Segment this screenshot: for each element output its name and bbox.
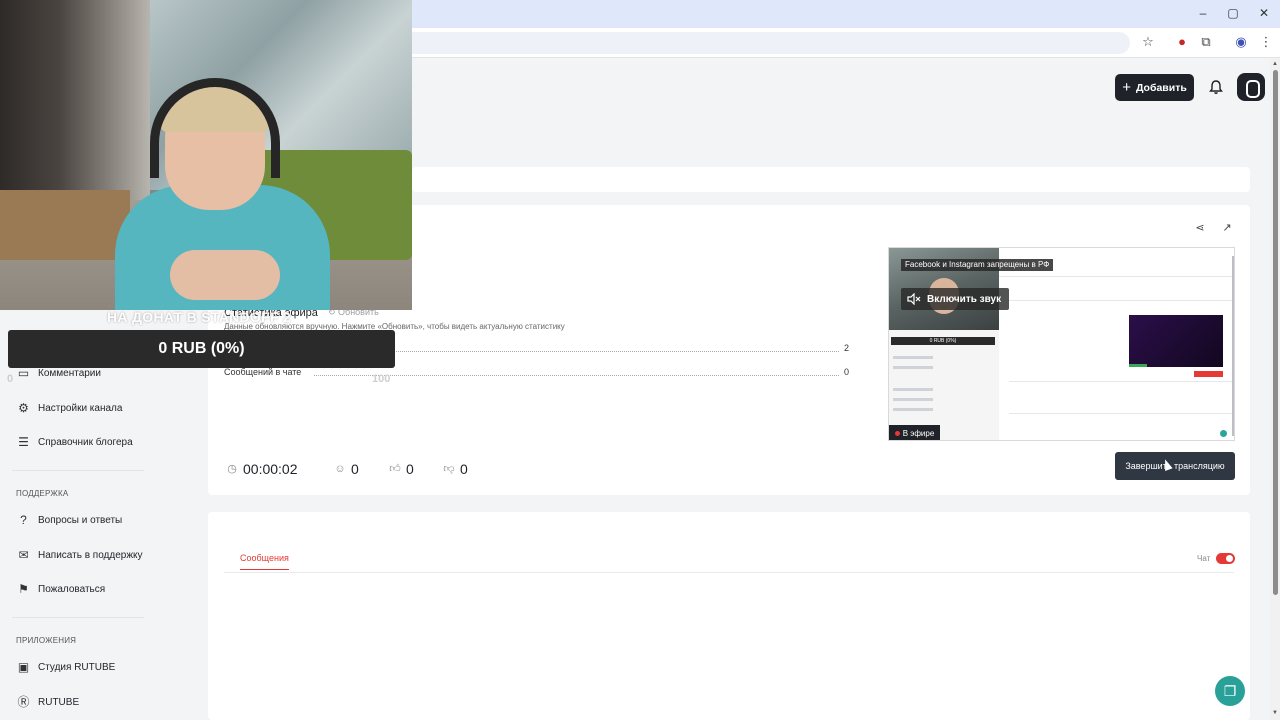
stat-value: 0 [843, 367, 849, 377]
maximize-icon[interactable]: ▢ [1226, 6, 1240, 20]
chat-toggle[interactable] [1216, 553, 1235, 564]
studio-icon: ▣ [17, 659, 30, 674]
gear-icon: ⚙ [18, 400, 29, 415]
live-label: В эфире [902, 428, 935, 438]
preview-sidebar [889, 348, 944, 423]
webcam-background-door [0, 0, 150, 220]
sidebar-divider [12, 470, 144, 471]
sidebar-item-label: Справочник блогера [38, 436, 133, 448]
likes-value: 0 [406, 461, 414, 477]
user-avatar[interactable] [1237, 73, 1265, 101]
sidebar-item-contact-support[interactable]: ✉ Написать в поддержку [17, 546, 143, 564]
thumbs-up-icon: 👍︎ [389, 463, 401, 475]
close-window-icon[interactable]: ✕ [1257, 6, 1271, 20]
donation-min: 0 [7, 373, 14, 385]
end-stream-button[interactable]: Завершить трансляцию [1115, 452, 1235, 480]
tab-messages[interactable]: Сообщения [240, 553, 289, 570]
unmute-label: Включить звук [927, 293, 1002, 305]
thumbs-down-icon: 👎︎ [443, 463, 455, 475]
share-icon[interactable]: ⋖ [1194, 222, 1206, 234]
likes-metric: 👍︎ 0 [389, 460, 414, 478]
donation-max: 100 [372, 373, 391, 385]
preview-divider [999, 276, 1234, 277]
sidebar-item-faq[interactable]: ? Вопросы и ответы [17, 511, 122, 529]
duration-value: 00:00:02 [243, 461, 298, 477]
preview-divider [1009, 300, 1234, 301]
webcam-person-hand [170, 250, 280, 300]
mute-icon [907, 293, 921, 305]
preview-scrollbar [1232, 256, 1234, 436]
sidebar-item-blogger-guide[interactable]: ☰ Справочник блогера [17, 433, 133, 451]
live-badge: В эфире [889, 425, 940, 440]
stat-value: 2 [843, 343, 849, 353]
top-card [412, 167, 1250, 192]
clock-icon: ◷ [227, 463, 237, 475]
preview-progress [1129, 364, 1147, 367]
user-icon: ☺ [334, 463, 346, 475]
add-button-label: Добавить [1135, 81, 1187, 94]
preview-donate-bar: 0 RUB (0%) [891, 337, 995, 345]
sidebar-item-label: Вопросы и ответы [38, 514, 123, 526]
dislikes-value: 0 [460, 461, 468, 477]
page-scroll-thumb[interactable] [1273, 70, 1278, 595]
comments-icon: ▭ [17, 365, 30, 380]
minimize-icon[interactable]: – [1196, 6, 1210, 20]
viewers-value: 0 [351, 461, 359, 477]
external-link-icon[interactable]: ↗ [1221, 222, 1233, 234]
duration-metric: ◷ 00:00:02 [226, 460, 298, 478]
sidebar-item-label: Настройки канала [38, 402, 123, 414]
sidebar-item-report[interactable]: ⚑ Пожаловаться [17, 580, 105, 598]
sidebar-item-label: Пожаловаться [38, 583, 106, 595]
live-dot-icon [894, 430, 900, 436]
preview-divider [1009, 381, 1234, 382]
sidebar-item-rutube[interactable]: Ⓡ RUTUBE [17, 693, 79, 711]
flag-icon: ⚑ [18, 581, 29, 596]
sidebar-divider [12, 617, 144, 618]
extensions-icon[interactable]: ⧉ [1198, 34, 1214, 50]
chat-divider [224, 572, 1234, 573]
stat-dots [314, 375, 839, 376]
mail-icon: ✉ [18, 547, 29, 562]
shield-icon[interactable]: ● [1174, 34, 1190, 50]
donation-goal-title: НА ДОНАТ В STANDOFF 2 [107, 309, 292, 325]
scroll-down-icon[interactable]: ▼ [1272, 710, 1278, 716]
sidebar-section-support: ПОДДЕРЖКА [16, 489, 69, 498]
profile-icon[interactable]: ◉ [1233, 34, 1249, 50]
sidebar-item-channel-settings[interactable]: ⚙ Настройки канала [17, 399, 122, 417]
unmute-button[interactable]: Включить звук [901, 288, 1010, 310]
bell-icon[interactable] [1208, 79, 1224, 95]
stream-preview[interactable]: 0 RUB (0%) Facebook и Instagram запрещен… [888, 247, 1235, 441]
facebook-notice: Facebook и Instagram запрещены в РФ [901, 259, 1054, 271]
plus-icon: + [1122, 79, 1131, 96]
scroll-up-icon[interactable]: ▲ [1272, 61, 1278, 67]
preview-thumbnail [1129, 315, 1223, 367]
webcam-background-table [0, 190, 130, 260]
question-icon: ? [20, 512, 27, 527]
add-button[interactable]: + Добавить [1115, 74, 1194, 101]
sidebar: ▭ Комментарии ⚙ Настройки канала ☰ Справ… [0, 310, 200, 720]
stat-row: Сообщений в чате 0 [224, 367, 849, 379]
menu-icon[interactable]: ⋮ [1258, 34, 1274, 50]
stat-label: Сообщений в чате [224, 367, 302, 377]
chat-toggle-label: Чат [1197, 554, 1211, 563]
preview-red-button [1194, 371, 1223, 377]
donation-progress-bar: 0 RUB (0%) [8, 330, 395, 368]
viewers-metric: ☺ 0 [334, 460, 359, 478]
webcam-overlay [0, 0, 412, 310]
chat-card [208, 512, 1250, 720]
sidebar-item-label: RUTUBE [38, 696, 80, 708]
chat-bubble-icon: ❐ [1223, 682, 1237, 699]
star-icon[interactable]: ☆ [1140, 34, 1156, 50]
preview-divider [1009, 413, 1234, 414]
dislikes-metric: 👎︎ 0 [443, 460, 468, 478]
sidebar-item-rutube-studio[interactable]: ▣ Студия RUTUBE [17, 658, 115, 676]
sidebar-item-label: Студия RUTUBE [38, 661, 116, 673]
sidebar-section-apps: ПРИЛОЖЕНИЯ [16, 636, 77, 645]
rutube-icon: Ⓡ [17, 694, 30, 709]
preview-fab [1220, 430, 1227, 437]
sidebar-item-label: Написать в поддержку [38, 549, 143, 561]
support-fab-button[interactable]: ❐ [1215, 676, 1245, 706]
book-icon: ☰ [18, 434, 29, 449]
sidebar-item-label: Комментарии [38, 367, 101, 379]
